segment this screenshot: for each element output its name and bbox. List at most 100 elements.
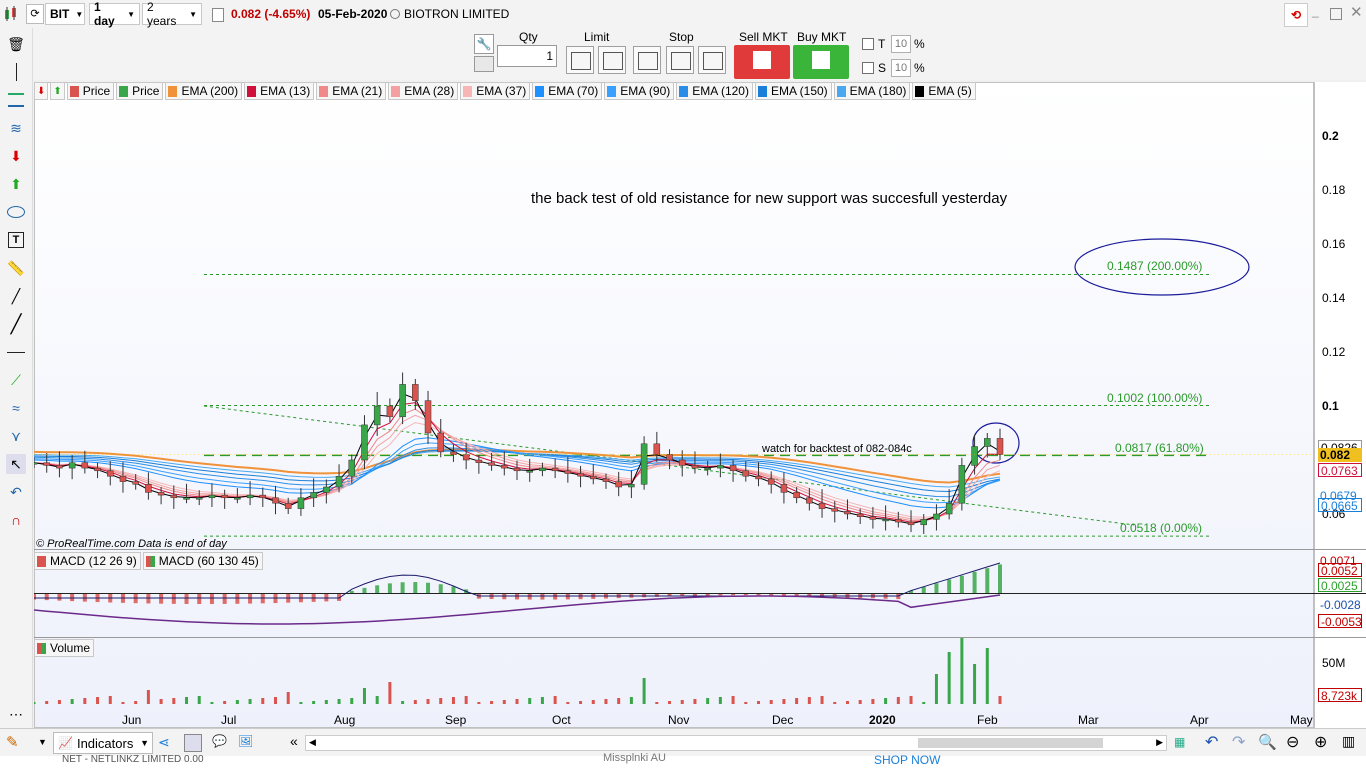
legend-ema-28[interactable]: EMA (28) — [388, 82, 459, 100]
stop-button-2[interactable] — [666, 46, 694, 74]
more-tools-icon[interactable]: ⋯ — [6, 704, 26, 724]
link-icon[interactable]: ⟳ — [26, 4, 44, 24]
pane-divider[interactable] — [34, 637, 1366, 638]
magnet-icon[interactable]: ∩ — [6, 510, 26, 530]
share-icon[interactable]: ⋖ — [158, 734, 170, 751]
vertical-line-icon[interactable] — [6, 62, 26, 82]
scroll-right-icon[interactable]: ▶ — [1156, 737, 1163, 748]
legend-ema-70[interactable]: EMA (70) — [532, 82, 603, 100]
chart-type-icon[interactable] — [4, 6, 18, 22]
scrollbar[interactable]: ◀ ▶ — [305, 735, 1167, 751]
volume-bar — [706, 698, 710, 704]
horizontal-lines-icon[interactable] — [6, 90, 26, 110]
zoom-out-icon[interactable]: ⊖ — [1286, 732, 1299, 752]
screenshot-icon[interactable]: 🖼 — [238, 734, 253, 748]
wrench-icon[interactable]: 🔧 — [474, 34, 494, 54]
limit-buy-button[interactable] — [598, 46, 626, 74]
close-icon[interactable]: ✕ — [1350, 3, 1363, 21]
legend-price-2[interactable]: Price — [116, 82, 164, 100]
legend-ema-5[interactable]: EMA (5) — [912, 82, 976, 100]
grid-icon[interactable]: ▥ — [1342, 733, 1355, 750]
legend-ema-37[interactable]: EMA (37) — [460, 82, 531, 100]
cursor-icon[interactable]: ↖ — [6, 454, 26, 474]
refresh-icon[interactable]: ⟲ — [1284, 3, 1308, 27]
maximize-icon[interactable] — [1330, 8, 1342, 20]
sell-arrow-icon[interactable]: ⬇ — [6, 146, 26, 166]
ruler-icon[interactable]: 📏 — [6, 258, 26, 278]
collapse-icon[interactable]: « — [290, 733, 298, 749]
volume-bar — [45, 701, 49, 704]
zoom-in-icon[interactable]: ⊕ — [1314, 732, 1327, 752]
legend-label: Price — [132, 84, 160, 98]
template-icon[interactable] — [184, 734, 202, 752]
headline-annotation[interactable]: the back test of old resistance for new … — [531, 190, 1007, 207]
sell-arrow-toggle[interactable]: ⬇ — [34, 82, 49, 100]
horizontal-line-icon[interactable] — [6, 342, 26, 362]
legend-ema-90[interactable]: EMA (90) — [604, 82, 675, 100]
zoom-fit-icon[interactable]: 🔍 — [1258, 733, 1277, 751]
price-chart[interactable] — [34, 100, 1314, 548]
candle-body — [526, 470, 533, 473]
radio-icon[interactable] — [390, 9, 400, 19]
legend-ema-150[interactable]: EMA (150) — [754, 82, 832, 100]
buy-arrow-icon[interactable]: ⬆ — [6, 174, 26, 194]
indicators-button[interactable]: 📈 Indicators ▼ — [53, 732, 153, 754]
stop-button-1[interactable] — [633, 46, 661, 74]
candle-body — [462, 454, 470, 461]
redo-icon[interactable]: ↷ — [1232, 732, 1245, 752]
buy-mkt-button[interactable] — [793, 45, 849, 79]
legend-ema-13[interactable]: EMA (13) — [244, 82, 315, 100]
macd-legend-1[interactable]: MACD (12 26 9) — [34, 552, 141, 570]
volume-bar — [528, 698, 532, 704]
pattern-icon[interactable]: ⋎ — [6, 426, 26, 446]
info-icon[interactable] — [212, 8, 224, 22]
legend-price-1[interactable]: Price — [66, 82, 115, 100]
legend-ema-180[interactable]: EMA (180) — [833, 82, 911, 100]
sell-mkt-button[interactable] — [734, 45, 790, 79]
volume-bar — [70, 699, 74, 704]
trash-icon[interactable]: 🗑 — [6, 34, 26, 54]
volume-legend-item[interactable]: Volume — [34, 639, 95, 657]
t-percent-input[interactable]: 10 — [891, 35, 911, 53]
range-select[interactable]: 2 years ▼ — [142, 0, 202, 28]
undo-icon[interactable]: ↶ — [1205, 732, 1218, 752]
cursor-crosshair-icon[interactable]: ↶ — [6, 482, 26, 502]
legend-ema-120[interactable]: EMA (120) — [676, 82, 753, 100]
candle-body — [971, 446, 978, 466]
candle-body — [539, 467, 546, 472]
candle-body — [43, 462, 50, 466]
scroll-left-icon[interactable]: ◀ — [309, 737, 316, 748]
segment-icon[interactable]: ╱ — [6, 286, 26, 306]
watch-annotation[interactable]: watch for backtest of 082-084c — [762, 443, 912, 455]
pencil-icon[interactable]: ✎ — [6, 733, 19, 751]
fibonacci-icon[interactable]: ≋ — [6, 118, 26, 138]
line-icon[interactable]: ╱ — [6, 314, 26, 334]
limit-sell-button[interactable] — [566, 46, 594, 74]
comment-icon[interactable]: 💬 — [212, 734, 227, 748]
legend-label: EMA (13) — [260, 84, 311, 98]
macd-legend-2[interactable]: MACD (60 130 45) — [142, 552, 263, 570]
candle-body — [399, 384, 406, 418]
legend-ema-200[interactable]: EMA (200) — [165, 82, 243, 100]
wave-icon[interactable]: ≈ — [6, 398, 26, 418]
layout-icon[interactable]: ▦ — [1174, 735, 1185, 749]
s-checkbox[interactable] — [862, 62, 874, 74]
text-icon[interactable]: T — [6, 230, 26, 250]
pencil-dropdown-icon[interactable]: ▼ — [38, 737, 47, 747]
symbol-select[interactable]: BIT ▼ — [45, 3, 85, 25]
s-percent-input[interactable]: 10 — [891, 59, 911, 77]
t-checkbox[interactable] — [862, 38, 874, 50]
ellipse-icon[interactable] — [6, 202, 26, 222]
buy-arrow-toggle[interactable]: ⬆ — [50, 82, 65, 100]
trend-icon[interactable]: ⟋ — [6, 370, 26, 390]
price-tick: 0.14 — [1322, 291, 1346, 305]
interval-select[interactable]: 1 day ▼ — [89, 0, 140, 28]
scroll-thumb[interactable] — [918, 738, 1103, 748]
minimize-icon[interactable]: _ — [1312, 4, 1324, 22]
qty-input[interactable] — [497, 45, 557, 67]
stop-button-3[interactable] — [698, 46, 726, 74]
keypad-icon[interactable] — [474, 56, 494, 72]
pane-divider[interactable] — [34, 549, 1366, 550]
legend-ema-21[interactable]: EMA (21) — [316, 82, 387, 100]
legend-label: Price — [82, 84, 111, 98]
